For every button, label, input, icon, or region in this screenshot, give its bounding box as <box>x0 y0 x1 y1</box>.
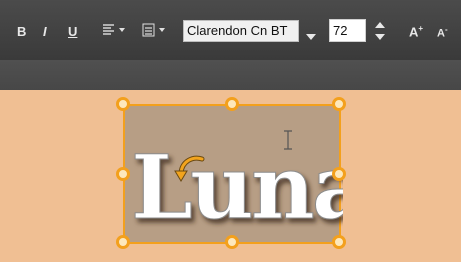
decrease-font-label: A <box>437 27 445 40</box>
resize-handle-top-left[interactable] <box>116 97 130 111</box>
increase-font-label: A <box>409 24 419 40</box>
bold-button[interactable]: B <box>17 24 26 39</box>
resize-handle-top-right[interactable] <box>332 97 346 111</box>
resize-handle-left[interactable] <box>116 167 130 181</box>
text-box[interactable]: Luna <box>116 97 346 249</box>
resize-handle-bottom-left[interactable] <box>116 235 130 249</box>
resize-handle-bottom-right[interactable] <box>332 235 346 249</box>
resize-handle-bottom[interactable] <box>225 235 239 249</box>
up-down-arrows-icon <box>375 22 385 40</box>
font-size-spinner[interactable] <box>374 19 386 48</box>
italic-button[interactable]: I <box>43 24 47 39</box>
rotate-arrow-icon <box>174 155 205 182</box>
title-text[interactable]: Luna <box>131 135 344 240</box>
increase-font-size-button[interactable]: A+ <box>409 24 423 39</box>
font-size-field[interactable]: 72 <box>329 19 366 42</box>
plus-superscript-icon: + <box>418 24 424 33</box>
minus-superscript-icon: - <box>444 25 448 34</box>
font-family-dropdown[interactable] <box>306 27 316 45</box>
decrease-font-size-button[interactable]: A- <box>437 25 448 40</box>
justify-lines-icon <box>142 23 165 37</box>
chevron-down-icon <box>306 34 316 40</box>
resize-handle-top[interactable] <box>225 97 239 111</box>
vertical-align-button[interactable] <box>142 23 170 37</box>
title-editor-window: B I U Clarendon Cn BT 72 A+ A- Luna <box>0 0 461 262</box>
luna-text-graphic: Luna <box>131 135 344 240</box>
horizontal-align-button[interactable] <box>102 23 130 37</box>
font-family-field[interactable]: Clarendon Cn BT <box>183 20 299 42</box>
align-lines-icon <box>103 24 125 35</box>
preview-canvas[interactable]: Luna <box>0 90 461 262</box>
resize-handle-right[interactable] <box>332 167 346 181</box>
underline-button[interactable]: U <box>68 24 77 39</box>
rotate-handle[interactable] <box>173 153 207 192</box>
text-format-toolbar: B I U Clarendon Cn BT 72 A+ A- <box>0 0 461 60</box>
secondary-toolbar <box>0 60 461 90</box>
text-cursor-icon <box>283 130 293 155</box>
